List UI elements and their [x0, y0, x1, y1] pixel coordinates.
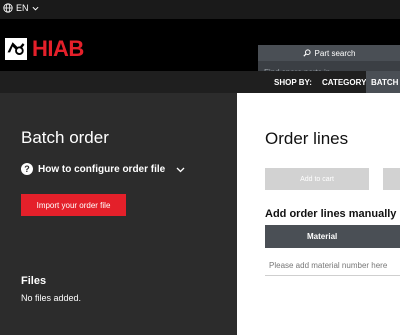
- hiab-logo[interactable]: HIAB: [3, 36, 84, 62]
- site-header: HIAB Part search: [0, 19, 400, 84]
- globe-icon: [3, 3, 13, 13]
- files-empty-message: No files added.: [21, 293, 82, 303]
- chevron-down-icon: [32, 6, 39, 11]
- part-search-label: Part search: [314, 48, 356, 58]
- secondary-action-button[interactable]: [383, 168, 400, 190]
- material-number-input[interactable]: [265, 256, 400, 276]
- howto-label: How to configure order file: [38, 163, 166, 175]
- add-to-cart-button[interactable]: Add to cart: [265, 168, 369, 190]
- nav-item-batch[interactable]: BATCH: [366, 71, 400, 93]
- language-selector[interactable]: EN: [3, 3, 39, 13]
- files-title: Files: [21, 275, 47, 287]
- question-icon: ?: [21, 163, 33, 175]
- language-label: EN: [16, 3, 29, 13]
- batch-order-panel: Batch order ? How to configure order fil…: [0, 93, 237, 335]
- batch-order-title: Batch order: [21, 128, 109, 147]
- logo-mark-icon: [3, 36, 29, 62]
- nav-item-category[interactable]: CATEGORY: [322, 78, 366, 87]
- logo-text: HIAB: [32, 36, 84, 61]
- shop-nav: SHOP BY: CATEGORY BATCH: [0, 71, 400, 93]
- shop-by-label: SHOP BY:: [274, 78, 312, 87]
- howto-configure-toggle[interactable]: ? How to configure order file: [21, 163, 185, 175]
- order-lines-panel: Order lines Add to cart Add order lines …: [237, 93, 400, 335]
- material-column-header: Material: [265, 225, 400, 248]
- chevron-down-icon: [176, 167, 185, 172]
- svg-text:?: ?: [24, 164, 30, 174]
- manual-order-lines-title: Add order lines manually: [265, 208, 397, 220]
- order-lines-title: Order lines: [265, 129, 349, 148]
- search-icon: [302, 49, 311, 57]
- import-order-file-button[interactable]: Import your order file: [21, 194, 126, 216]
- top-bar: EN: [0, 0, 400, 19]
- part-search-button[interactable]: Part search: [258, 45, 400, 61]
